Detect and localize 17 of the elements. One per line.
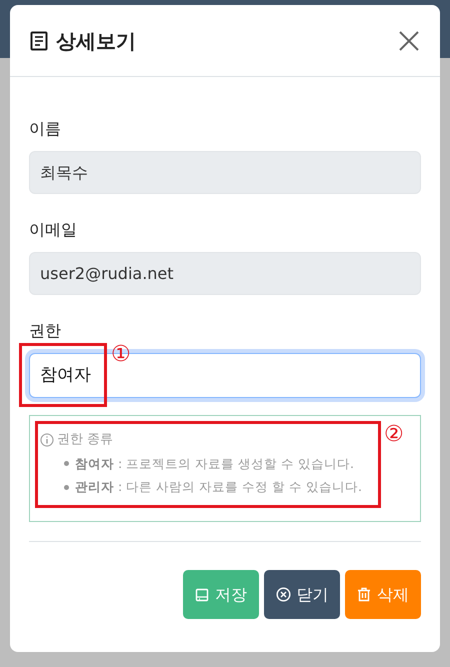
trash-icon — [357, 587, 371, 602]
bullet-icon — [64, 485, 69, 490]
close-button[interactable]: 닫기 — [264, 570, 340, 619]
field-label: 권한 — [29, 320, 62, 342]
document-icon — [30, 30, 48, 50]
field-label: 이메일 — [29, 219, 78, 241]
info-item: 참여자 : 프로젝트의 자료를 생성할 수 있습니다. — [75, 454, 354, 472]
bullet-icon — [64, 461, 69, 466]
close-icon[interactable] — [398, 30, 420, 52]
info-item: 관리자 : 다른 사람의 자료를 수정 할 수 있습니다. — [75, 478, 362, 496]
info-title: 권한 종류 — [57, 431, 114, 449]
annotation-number: ② — [384, 423, 404, 447]
close-circle-icon — [276, 587, 290, 602]
info-icon — [40, 432, 54, 447]
dialog-title: 상세보기 — [56, 28, 136, 54]
field-label: 이름 — [29, 118, 62, 140]
drive-icon — [195, 588, 209, 602]
